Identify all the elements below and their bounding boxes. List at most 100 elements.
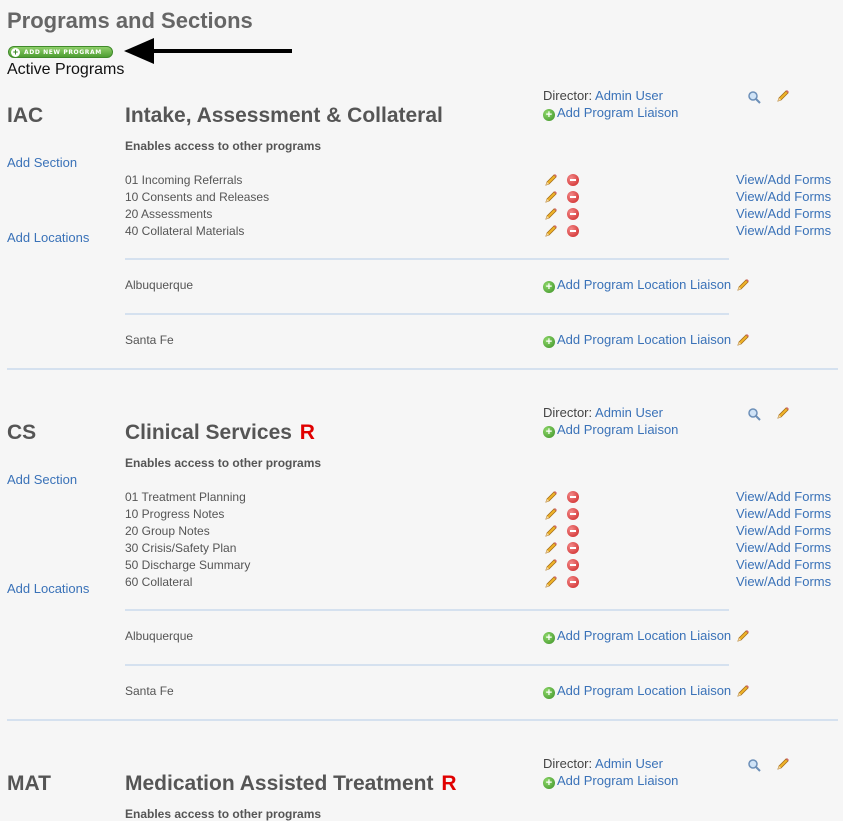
location-name: Albuquerque (125, 629, 194, 643)
program-subtitle: Enables access to other programs (125, 456, 322, 470)
add-icon: + (543, 777, 555, 789)
section-row: 40 Collateral Materials View/Add Forms (0, 223, 843, 240)
view-add-forms-link[interactable]: View/Add Forms (736, 506, 831, 521)
add-location-liaison-link[interactable]: + Add Program Location Liaison (543, 628, 731, 644)
add-locations-link[interactable]: Add Locations (7, 230, 89, 245)
delete-section-icon[interactable] (567, 174, 579, 186)
director-link[interactable]: Admin User (595, 88, 663, 103)
section-name: 20 Assessments (125, 207, 213, 221)
section-row: 10 Consents and Releases View/Add Forms (0, 189, 843, 206)
delete-section-icon[interactable] (567, 225, 579, 237)
location-divider (125, 664, 729, 666)
arrow-pointer-icon (124, 38, 292, 64)
delete-section-icon[interactable] (567, 491, 579, 503)
add-location-liaison-link[interactable]: + Add Program Location Liaison (543, 277, 731, 293)
section-name: 01 Incoming Referrals (125, 173, 243, 187)
edit-location-pencil-icon[interactable] (736, 629, 750, 643)
section-name: 20 Group Notes (125, 524, 210, 538)
delete-section-icon[interactable] (567, 559, 579, 571)
location-name: Santa Fe (125, 333, 174, 347)
view-add-forms-link[interactable]: View/Add Forms (736, 574, 831, 589)
program-title: Medication Assisted Treatment R (125, 772, 456, 796)
section-row: 01 Incoming Referrals View/Add Forms (0, 172, 843, 189)
location-divider (125, 609, 729, 611)
add-program-liaison-label: Add Program Liaison (557, 773, 679, 788)
director-link[interactable]: Admin User (595, 756, 663, 771)
director-line: Director: Admin User (543, 405, 663, 420)
add-section-link[interactable]: Add Section (7, 155, 77, 170)
add-location-liaison-label: Add Program Location Liaison (557, 628, 732, 643)
magnifier-icon[interactable] (747, 90, 761, 109)
edit-section-pencil-icon[interactable] (544, 207, 558, 221)
add-icon: + (543, 336, 555, 348)
section-row: 50 Discharge Summary View/Add Forms (0, 557, 843, 574)
active-programs-heading: Active Programs (7, 61, 125, 78)
add-icon: + (543, 109, 555, 121)
delete-section-icon[interactable] (567, 191, 579, 203)
view-add-forms-link[interactable]: View/Add Forms (736, 206, 831, 221)
add-icon: + (543, 687, 555, 699)
director-link[interactable]: Admin User (595, 405, 663, 420)
program-title: Intake, Assessment & Collateral (125, 104, 443, 128)
add-location-liaison-link[interactable]: + Add Program Location Liaison (543, 332, 731, 348)
add-location-liaison-label: Add Program Location Liaison (557, 277, 732, 292)
add-location-liaison-link[interactable]: + Add Program Location Liaison (543, 683, 731, 699)
view-add-forms-link[interactable]: View/Add Forms (736, 189, 831, 204)
program-title-text: Intake, Assessment & Collateral (125, 104, 443, 127)
program-divider (7, 719, 838, 721)
edit-section-pencil-icon[interactable] (544, 224, 558, 238)
edit-section-pencil-icon[interactable] (544, 190, 558, 204)
delete-section-icon[interactable] (567, 508, 579, 520)
edit-section-pencil-icon[interactable] (544, 524, 558, 538)
section-name: 30 Crisis/Safety Plan (125, 541, 237, 555)
view-add-forms-link[interactable]: View/Add Forms (736, 557, 831, 572)
location-divider (125, 258, 729, 260)
section-name: 40 Collateral Materials (125, 224, 245, 238)
add-icon: + (543, 281, 555, 293)
edit-location-pencil-icon[interactable] (736, 684, 750, 698)
pencil-icon[interactable] (776, 757, 790, 771)
section-row: 20 Assessments View/Add Forms (0, 206, 843, 223)
program-subtitle: Enables access to other programs (125, 139, 322, 153)
edit-section-pencil-icon[interactable] (544, 541, 558, 555)
section-name: 10 Consents and Releases (125, 190, 270, 204)
view-add-forms-link[interactable]: View/Add Forms (736, 172, 831, 187)
location-divider (125, 313, 729, 315)
add-new-program-button[interactable]: + ADD NEW PROGRAM (8, 46, 113, 58)
edit-section-pencil-icon[interactable] (544, 507, 558, 521)
add-new-program-label: ADD NEW PROGRAM (24, 48, 102, 56)
view-add-forms-link[interactable]: View/Add Forms (736, 489, 831, 504)
section-row: 30 Crisis/Safety Plan View/Add Forms (0, 540, 843, 557)
add-program-liaison-link[interactable]: + Add Program Liaison (543, 773, 678, 789)
edit-section-pencil-icon[interactable] (544, 173, 558, 187)
add-program-liaison-link[interactable]: + Add Program Liaison (543, 422, 678, 438)
section-name: 01 Treatment Planning (125, 490, 246, 504)
director-label: Director: (543, 88, 593, 103)
edit-section-pencil-icon[interactable] (544, 575, 558, 589)
program-abbreviation: IAC (7, 104, 44, 127)
view-add-forms-link[interactable]: View/Add Forms (736, 540, 831, 555)
add-program-liaison-link[interactable]: + Add Program Liaison (543, 105, 678, 121)
delete-section-icon[interactable] (567, 576, 579, 588)
magnifier-icon[interactable] (747, 758, 761, 777)
section-row: 60 Collateral View/Add Forms (0, 574, 843, 591)
view-add-forms-link[interactable]: View/Add Forms (736, 223, 831, 238)
section-name: 10 Progress Notes (125, 507, 225, 521)
section-row: 01 Treatment Planning View/Add Forms (0, 489, 843, 506)
delete-section-icon[interactable] (567, 525, 579, 537)
add-location-liaison-label: Add Program Location Liaison (557, 683, 732, 698)
edit-location-pencil-icon[interactable] (736, 333, 750, 347)
magnifier-icon[interactable] (747, 407, 761, 426)
add-locations-link[interactable]: Add Locations (7, 581, 89, 596)
edit-section-pencil-icon[interactable] (544, 558, 558, 572)
edit-location-pencil-icon[interactable] (736, 278, 750, 292)
view-add-forms-link[interactable]: View/Add Forms (736, 523, 831, 538)
add-section-link[interactable]: Add Section (7, 472, 77, 487)
pencil-icon[interactable] (776, 89, 790, 103)
delete-section-icon[interactable] (567, 208, 579, 220)
program-title-text: Medication Assisted Treatment (125, 772, 434, 795)
pencil-icon[interactable] (776, 406, 790, 420)
program-divider (7, 368, 838, 370)
edit-section-pencil-icon[interactable] (544, 490, 558, 504)
delete-section-icon[interactable] (567, 542, 579, 554)
